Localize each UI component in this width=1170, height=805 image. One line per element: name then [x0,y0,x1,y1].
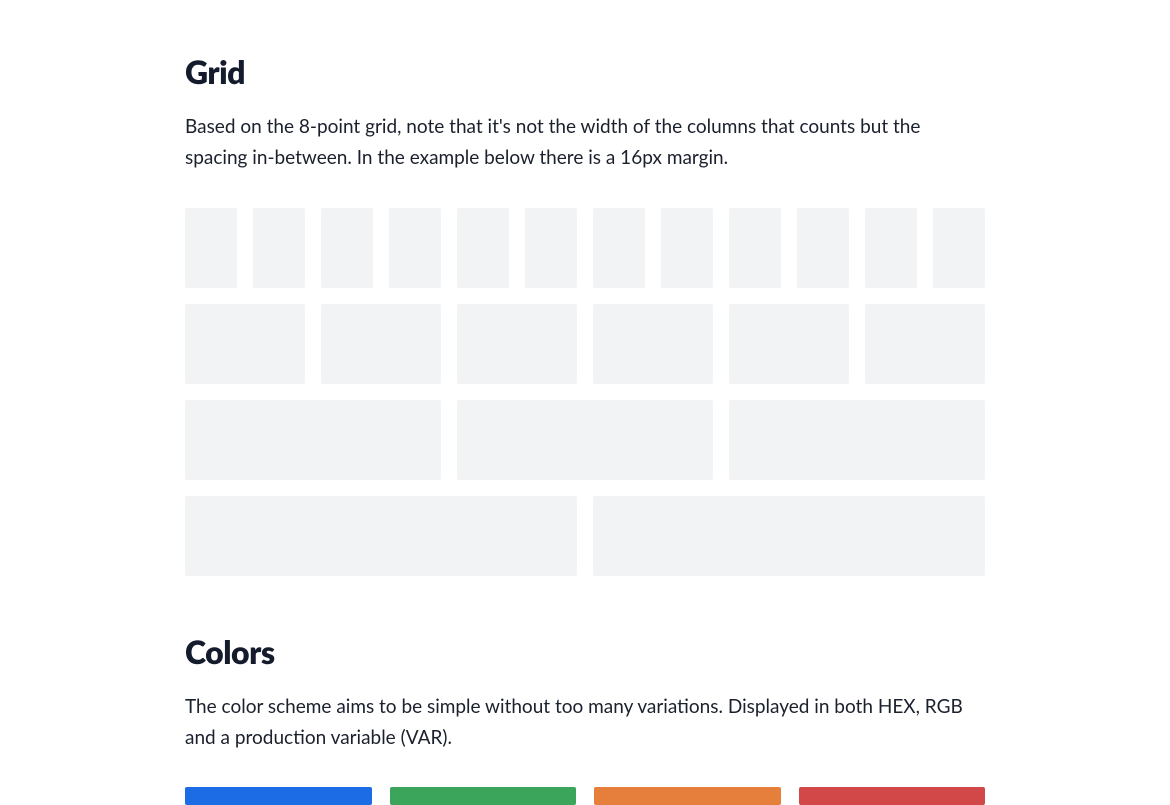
grid-cell [253,208,305,288]
colors-swatch-row [185,787,985,805]
grid-heading: Grid [185,52,985,91]
grid-cell [457,208,509,288]
grid-cell [661,208,713,288]
grid-cell [933,208,985,288]
grid-description: Based on the 8-point grid, note that it'… [185,111,985,174]
swatch-red [799,787,986,805]
grid-row-6 [185,304,985,384]
swatch-green [390,787,577,805]
colors-description: The color scheme aims to be simple witho… [185,691,985,754]
grid-cell [185,400,441,480]
grid-row-12 [185,208,985,288]
colors-heading: Colors [185,632,985,671]
grid-cell [729,304,849,384]
grid-cell [457,304,577,384]
grid-section: Grid Based on the 8-point grid, note tha… [185,52,985,576]
grid-cell [185,208,237,288]
grid-cell [185,496,577,576]
swatch-blue [185,787,372,805]
swatch-orange [594,787,781,805]
grid-row-3 [185,400,985,480]
colors-section: Colors The color scheme aims to be simpl… [185,632,985,805]
grid-cell [865,208,917,288]
grid-cell [457,400,713,480]
grid-cell [525,208,577,288]
grid-demo [185,208,985,576]
grid-cell [865,304,985,384]
grid-cell [729,208,781,288]
grid-cell [185,304,305,384]
grid-cell [593,208,645,288]
grid-cell [729,400,985,480]
grid-cell [321,208,373,288]
grid-cell [593,496,985,576]
grid-cell [321,304,441,384]
grid-cell [593,304,713,384]
grid-cell [797,208,849,288]
grid-cell [389,208,441,288]
grid-row-2 [185,496,985,576]
